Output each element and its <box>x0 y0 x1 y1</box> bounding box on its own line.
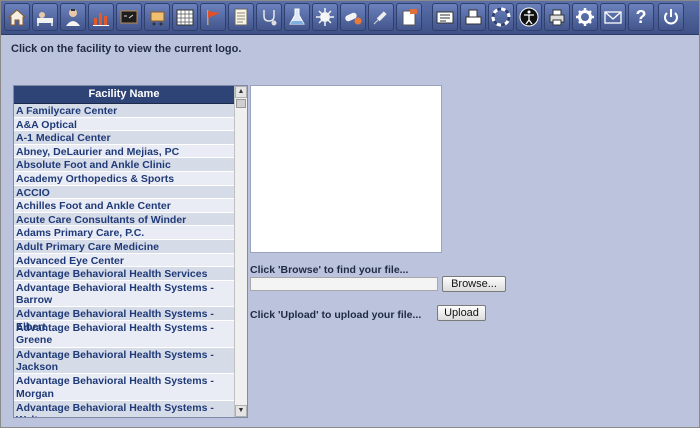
scroll-thumb[interactable] <box>236 99 246 108</box>
facility-list-header: Facility Name <box>14 86 234 104</box>
logo-preview <box>250 85 442 253</box>
notepad-icon[interactable] <box>228 3 254 31</box>
list-item[interactable]: A&A Optical <box>14 117 234 132</box>
app-window: ? Click on the facility to view the curr… <box>0 0 700 428</box>
chalkboard-icon[interactable] <box>116 3 142 31</box>
stethoscope-icon[interactable] <box>256 3 282 31</box>
list-item[interactable]: Advantage Behavioral Health Systems - Ba… <box>14 280 234 308</box>
calendar-icon[interactable] <box>172 3 198 31</box>
patient-icon[interactable] <box>32 3 58 31</box>
printer-icon[interactable] <box>544 3 570 31</box>
id-card-icon[interactable] <box>432 3 458 31</box>
list-item[interactable]: Achilles Foot and Ankle Center <box>14 199 234 213</box>
upload-button[interactable]: Upload <box>437 305 486 321</box>
list-item[interactable]: Absolute Foot and Ankle Clinic <box>14 158 234 172</box>
accessibility-icon[interactable] <box>516 3 542 31</box>
main-toolbar: ? <box>1 1 699 35</box>
list-item[interactable]: Advanced Eye Center <box>14 253 234 268</box>
reports-chart-icon[interactable] <box>88 3 114 31</box>
facility-list-body: A Familycare Center A&A Optical A-1 Medi… <box>14 104 234 417</box>
list-item[interactable]: Adams Primary Care, P.C. <box>14 226 234 240</box>
flag-icon[interactable] <box>200 3 226 31</box>
list-item[interactable]: Advantage Behavioral Health Systems - Ja… <box>14 347 234 375</box>
printer-fax-icon[interactable] <box>460 3 486 31</box>
lifebuoy-icon[interactable] <box>488 3 514 31</box>
cart-icon[interactable] <box>144 3 170 31</box>
list-scrollbar[interactable]: ▲ ▼ <box>234 86 247 417</box>
list-item[interactable]: Abney, DeLaurier and Mejias, PC <box>14 144 234 159</box>
list-item[interactable]: Acute Care Consultants of Winder <box>14 212 234 227</box>
form-icon[interactable] <box>396 3 422 31</box>
doctor-icon[interactable] <box>60 3 86 31</box>
syringe-icon[interactable] <box>368 3 394 31</box>
facility-list[interactable]: Facility Name A Familycare Center A&A Op… <box>13 85 248 418</box>
svg-text:?: ? <box>636 7 647 27</box>
mail-icon[interactable] <box>600 3 626 31</box>
flask-icon[interactable] <box>284 3 310 31</box>
starburst-icon[interactable] <box>312 3 338 31</box>
upload-instruction: Click 'Upload' to upload your file... <box>250 309 422 321</box>
pills-icon[interactable] <box>340 3 366 31</box>
file-path-field[interactable] <box>250 277 438 291</box>
list-item[interactable]: A-1 Medical Center <box>14 131 234 145</box>
help-icon[interactable]: ? <box>628 3 654 31</box>
scroll-down-icon[interactable]: ▼ <box>235 405 247 417</box>
list-item[interactable]: Advantage Behavioral Health Systems - El… <box>14 307 234 333</box>
list-item[interactable]: Advantage Behavioral Health Systems - Gr… <box>14 320 234 348</box>
browse-instruction: Click 'Browse' to find your file... <box>250 264 409 276</box>
gear-icon[interactable] <box>572 3 598 31</box>
home-icon[interactable] <box>4 3 30 31</box>
scroll-up-icon[interactable]: ▲ <box>235 86 247 98</box>
list-item[interactable]: Advantage Behavioral Health Systems - Wa… <box>14 400 234 417</box>
list-item[interactable]: Adult Primary Care Medicine <box>14 239 234 254</box>
list-item[interactable]: Advantage Behavioral Health Services <box>14 267 234 281</box>
power-icon[interactable] <box>658 3 684 31</box>
browse-button[interactable]: Browse... <box>442 276 506 292</box>
list-item[interactable]: Academy Orthopedics & Sports <box>14 171 234 186</box>
list-item[interactable]: Advantage Behavioral Health Systems - Mo… <box>14 374 234 401</box>
page-instruction: Click on the facility to view the curren… <box>11 43 242 55</box>
list-item[interactable]: A Familycare Center <box>14 104 234 118</box>
list-item[interactable]: ACCIO <box>14 185 234 200</box>
